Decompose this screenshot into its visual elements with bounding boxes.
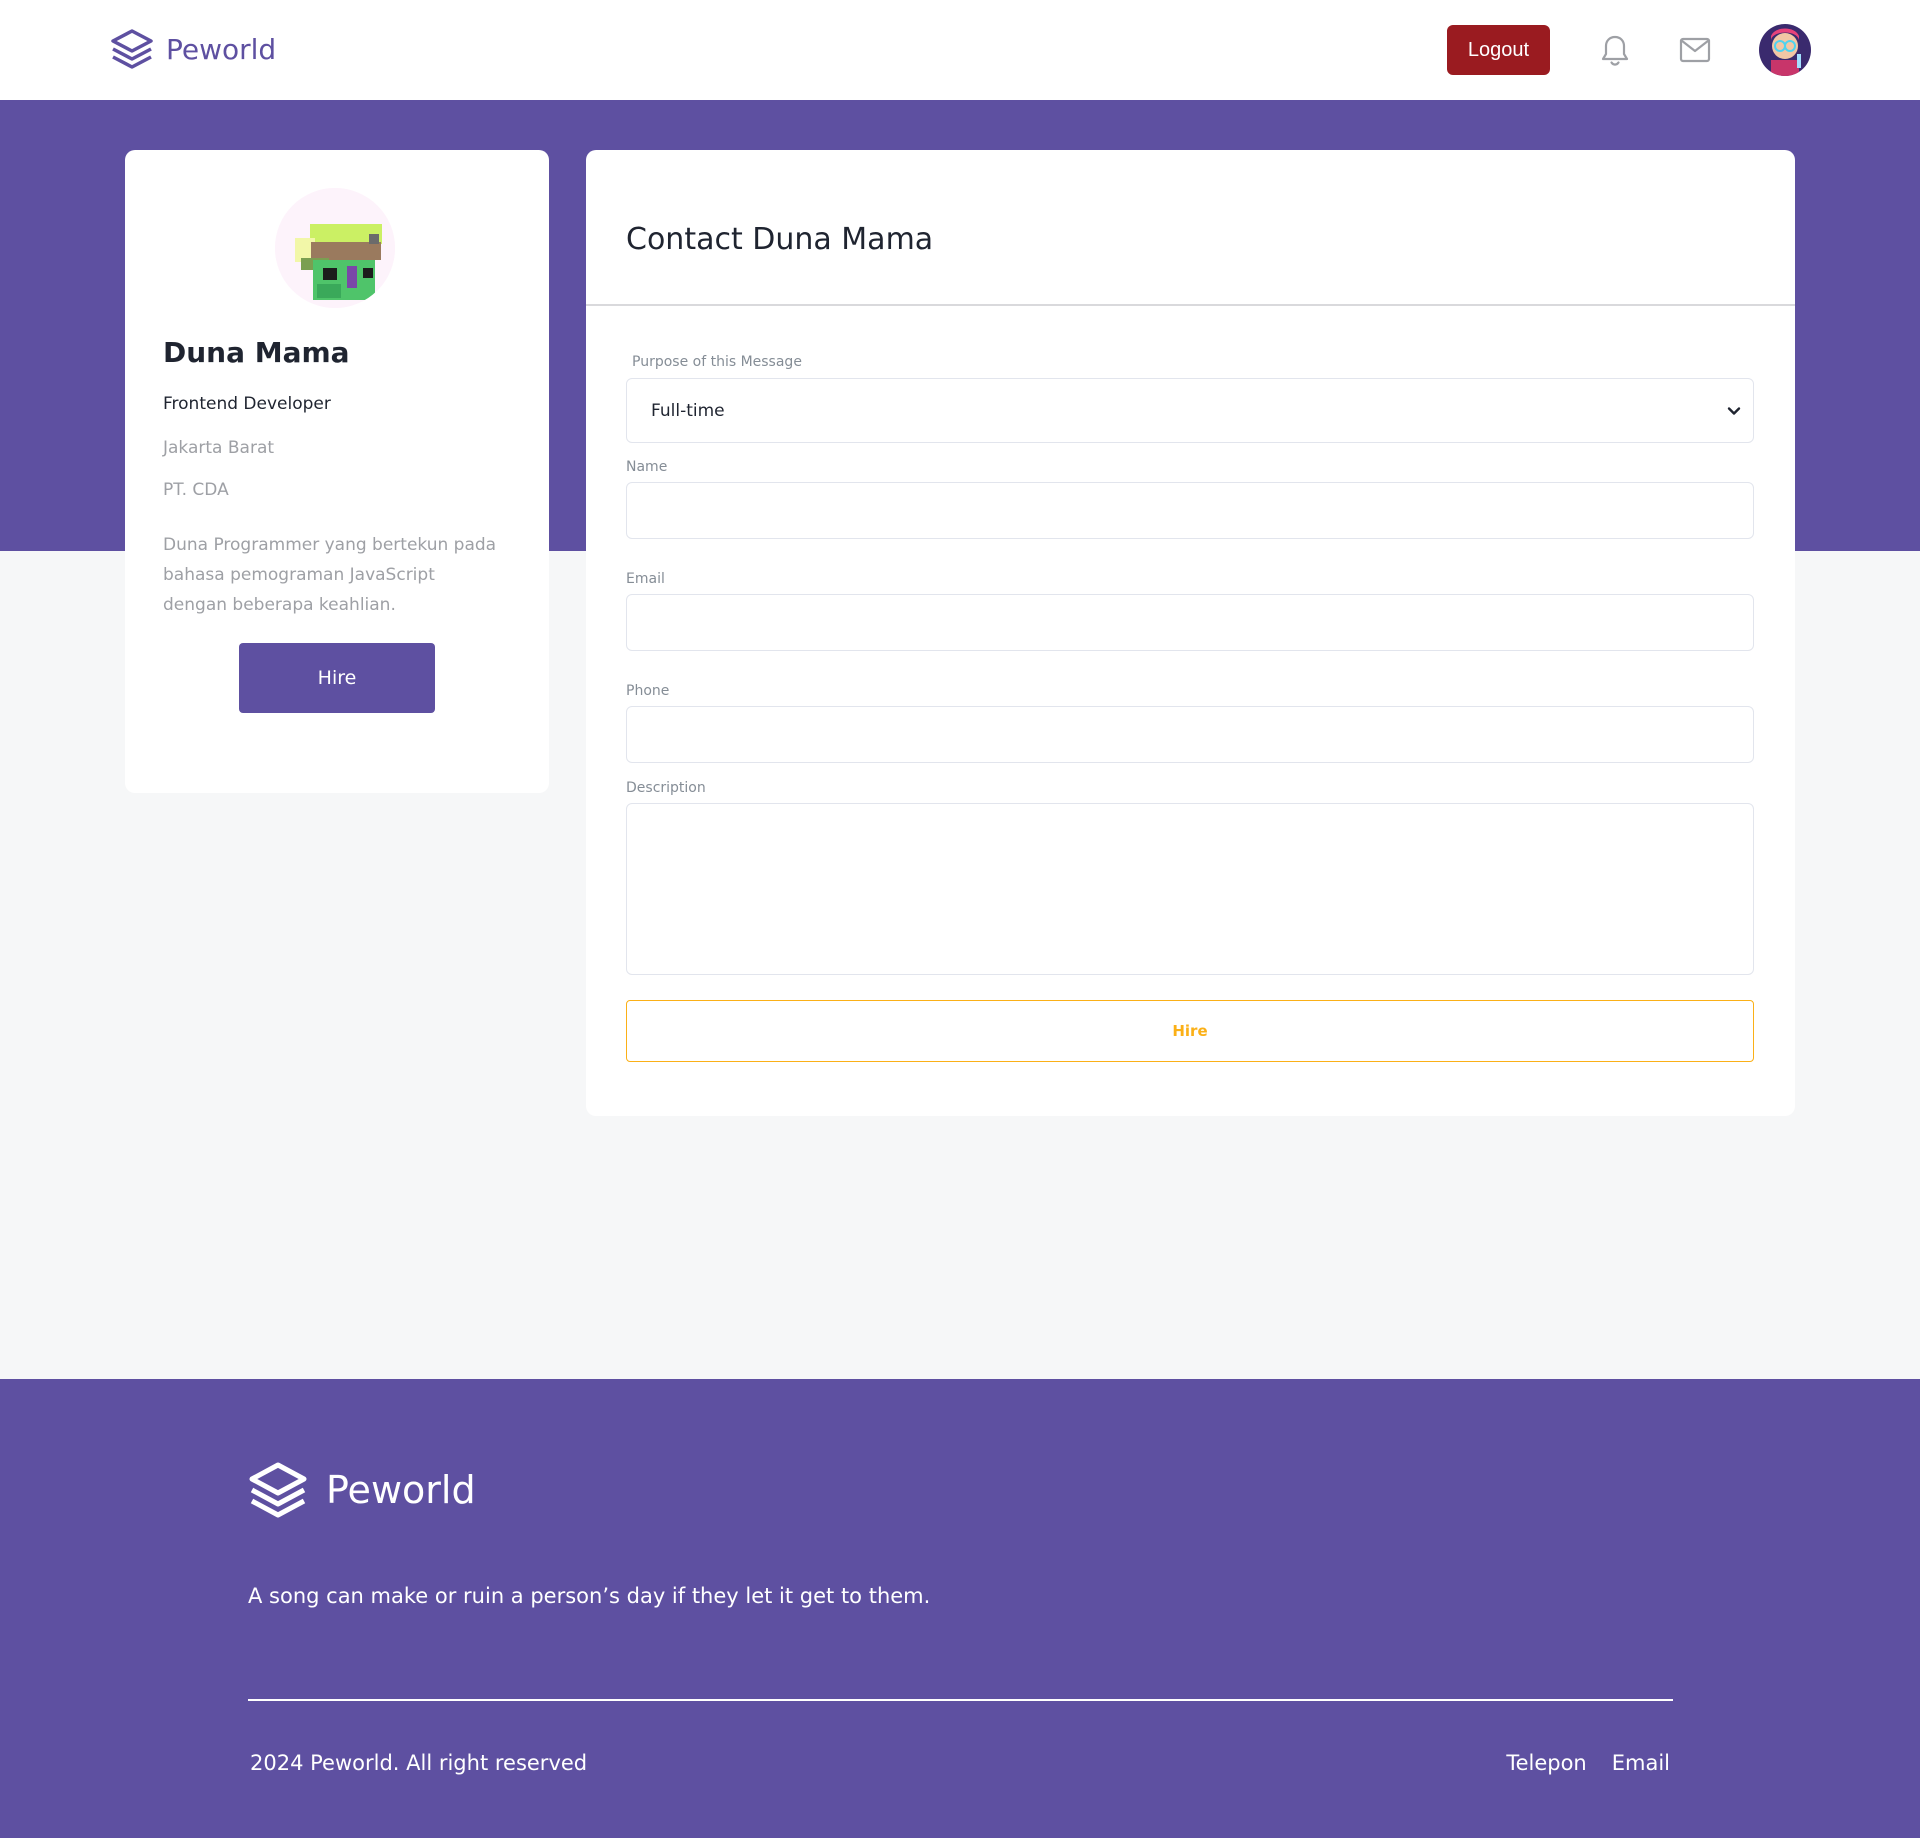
purpose-select[interactable]: Full-time xyxy=(626,378,1754,443)
purpose-label: Purpose of this Message xyxy=(632,354,802,370)
mail-icon[interactable] xyxy=(1677,32,1713,68)
brand-name: Peworld xyxy=(166,32,277,66)
user-avatar[interactable] xyxy=(1759,24,1811,76)
email-field[interactable] xyxy=(626,594,1754,651)
contact-title: Contact Duna Mama xyxy=(626,222,934,257)
hire-button[interactable]: Hire xyxy=(239,643,435,713)
profile-card: Duna Mama Frontend Developer Jakarta Bar… xyxy=(125,150,549,793)
profile-location: Jakarta Barat xyxy=(163,438,275,458)
profile-name: Duna Mama xyxy=(163,336,350,369)
chevron-down-icon xyxy=(1727,406,1741,415)
divider xyxy=(586,304,1795,306)
profile-avatar xyxy=(275,188,395,308)
footer-copyright: 2024 Peworld. All right reserved xyxy=(250,1751,588,1775)
contact-form-card: Contact Duna Mama Purpose of this Messag… xyxy=(586,150,1795,1116)
bell-icon[interactable] xyxy=(1597,32,1633,68)
footer-divider xyxy=(248,1699,1673,1701)
phone-label: Phone xyxy=(626,683,670,699)
purpose-selected-value: Full-time xyxy=(651,400,725,421)
phone-field[interactable] xyxy=(626,706,1754,763)
footer-link-telepon[interactable]: Telepon xyxy=(1506,1751,1586,1775)
description-textarea[interactable] xyxy=(626,803,1754,975)
footer-links: Telepon Email xyxy=(1506,1751,1670,1775)
footer: Peworld A song can make or ruin a person… xyxy=(0,1379,1920,1838)
top-navbar: Peworld Logout xyxy=(0,0,1920,100)
profile-company: PT. CDA xyxy=(163,480,229,500)
logout-button[interactable]: Logout xyxy=(1447,25,1550,75)
footer-tagline: A song can make or ruin a person’s day i… xyxy=(248,1584,931,1608)
profile-description: Duna Programmer yang bertekun pada bahas… xyxy=(163,535,497,615)
description-label: Description xyxy=(626,780,706,796)
footer-brand: Peworld xyxy=(248,1461,476,1519)
footer-link-email[interactable]: Email xyxy=(1612,1751,1670,1775)
layers-logo-icon xyxy=(249,1462,307,1518)
footer-brand-name: Peworld xyxy=(326,1468,476,1512)
brand-logo[interactable]: Peworld xyxy=(110,28,276,70)
name-field[interactable] xyxy=(626,482,1754,539)
email-label: Email xyxy=(626,571,665,587)
profile-role: Frontend Developer xyxy=(163,394,331,414)
name-label: Name xyxy=(626,459,668,475)
submit-hire-button[interactable]: Hire xyxy=(626,1000,1754,1062)
layers-logo-icon xyxy=(111,29,153,69)
